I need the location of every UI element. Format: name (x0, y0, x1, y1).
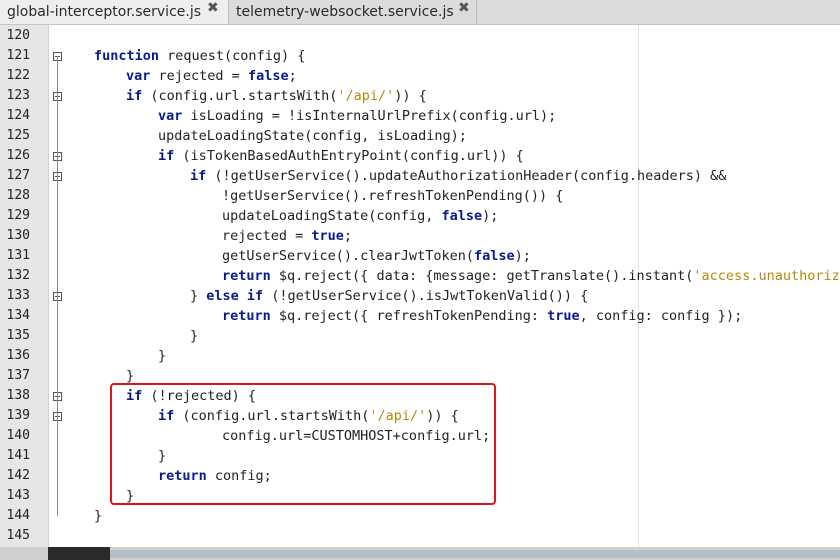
code-token: } (190, 288, 207, 304)
code-token: rejected = (222, 228, 312, 244)
line-number: 125 (6, 128, 30, 143)
string-token: '/api/' (337, 88, 395, 104)
code-line: if (!getUserService().updateAuthorizatio… (190, 166, 726, 186)
code-token: (!getUserService().isJwtTokenValid()) { (263, 288, 589, 304)
code-token: getUserService().clearJwtToken( (222, 248, 474, 264)
string-token: 'access.unauthorized' (693, 268, 840, 284)
fold-guide-line (57, 56, 58, 516)
keyword-token: false (247, 68, 289, 84)
code-token: $q.reject({ data: {message: getTranslate… (270, 268, 694, 284)
line-number: 138 (6, 388, 30, 403)
code-token: } (94, 508, 103, 524)
close-icon[interactable]: ✖ (207, 0, 219, 16)
line-number: 143 (6, 488, 30, 503)
keyword-token: false (441, 208, 483, 224)
line-number: 134 (6, 308, 30, 323)
code-token: updateLoadingState(config, isLoading); (158, 128, 467, 144)
line-number: 131 (6, 248, 30, 263)
code-line: rejected = true; (222, 226, 352, 246)
code-token: (config.url.startsWith( (142, 88, 338, 104)
code-token: ); (482, 208, 499, 224)
line-number: 135 (6, 328, 30, 343)
keyword-token: function (94, 48, 160, 64)
tab-label: telemetry-websocket.service.js (236, 4, 454, 20)
code-line: } (190, 326, 198, 346)
line-number: 142 (6, 468, 30, 483)
code-line: } (94, 506, 102, 526)
keyword-token: true (311, 228, 344, 244)
line-number: 133 (6, 288, 30, 303)
keyword-token: if (190, 168, 207, 184)
line-number: 132 (6, 268, 30, 283)
code-line: return $q.reject({ refreshTokenPending: … (222, 306, 742, 326)
code-token: , config: config }); (579, 308, 743, 324)
code-line: updateLoadingState(config, false); (222, 206, 498, 226)
tab-label: global-interceptor.service.js (7, 4, 202, 20)
code-token: ; (288, 68, 297, 84)
code-token: } (158, 348, 167, 364)
line-number: 130 (6, 228, 30, 243)
right-margin-guide (638, 25, 639, 547)
code-editor[interactable]: function request(config) {var rejected =… (0, 25, 840, 547)
line-number: 136 (6, 348, 30, 363)
code-line: if (isTokenBasedAuthEntryPoint(config.ur… (158, 146, 524, 166)
keyword-token: var (126, 68, 151, 84)
keyword-token: var (158, 108, 183, 124)
keyword-token: true (547, 308, 580, 324)
code-token: ; (343, 228, 353, 244)
line-number: 141 (6, 448, 30, 463)
keyword-token: return (222, 268, 271, 284)
keyword-token: if (158, 148, 175, 164)
line-number: 122 (6, 68, 30, 83)
line-number: 120 (6, 28, 30, 43)
scrollbar-thumb[interactable] (48, 547, 110, 560)
code-token: isLoading = !isInternalUrlPrefix(config.… (182, 108, 557, 124)
code-token: updateLoadingState(config, (222, 208, 442, 224)
line-number: 123 (6, 88, 30, 103)
code-token: } (190, 328, 199, 344)
code-line: return $q.reject({ data: {message: getTr… (222, 266, 840, 286)
code-line: } else if (!getUserService().isJwtTokenV… (190, 286, 588, 306)
code-token: )) { (394, 88, 427, 104)
code-token: !getUserService().refreshTokenPending())… (222, 188, 564, 204)
horizontal-scrollbar[interactable] (0, 547, 840, 560)
code-line: var isLoading = !isInternalUrlPrefix(con… (158, 106, 556, 126)
tab-bar: global-interceptor.service.js ✖ telemetr… (0, 0, 840, 25)
code-token: } (126, 368, 135, 384)
code-line: if (config.url.startsWith('/api/')) { (126, 86, 427, 106)
line-number: 129 (6, 208, 30, 223)
code-line: var rejected = false; (126, 66, 297, 86)
keyword-token: false (473, 248, 515, 264)
line-number: 139 (6, 408, 30, 423)
code-token: rejected = (150, 68, 248, 84)
code-line: updateLoadingState(config, isLoading); (158, 126, 467, 146)
line-number: 124 (6, 108, 30, 123)
code-token: ); (514, 248, 531, 264)
keyword-token: if (126, 88, 143, 104)
line-number: 121 (6, 48, 30, 63)
line-number: 128 (6, 188, 30, 203)
code-token: request(config) { (159, 48, 306, 64)
code-line: } (158, 346, 166, 366)
annotation-highlight-box (110, 383, 496, 505)
code-token: $q.reject({ refreshTokenPending: (270, 308, 548, 324)
code-line: getUserService().clearJwtToken(false); (222, 246, 531, 266)
tab-telemetry-websocket[interactable]: telemetry-websocket.service.js (229, 0, 477, 24)
code-token: (!getUserService().updateAuthorizationHe… (206, 168, 727, 184)
line-number: 145 (6, 528, 30, 543)
line-number: 137 (6, 368, 30, 383)
scrollbar-track (110, 550, 840, 558)
code-line: function request(config) { (94, 46, 305, 66)
line-number: 140 (6, 428, 30, 443)
close-icon[interactable]: ✖ (458, 0, 470, 16)
keyword-token: else if (206, 288, 264, 304)
line-number: 126 (6, 148, 30, 163)
line-number: 127 (6, 168, 30, 183)
code-token: (isTokenBasedAuthEntryPoint(config.url))… (174, 148, 524, 164)
code-line: !getUserService().refreshTokenPending())… (222, 186, 563, 206)
tab-global-interceptor[interactable]: global-interceptor.service.js (0, 0, 229, 24)
keyword-token: return (222, 308, 271, 324)
line-number: 144 (6, 508, 30, 523)
